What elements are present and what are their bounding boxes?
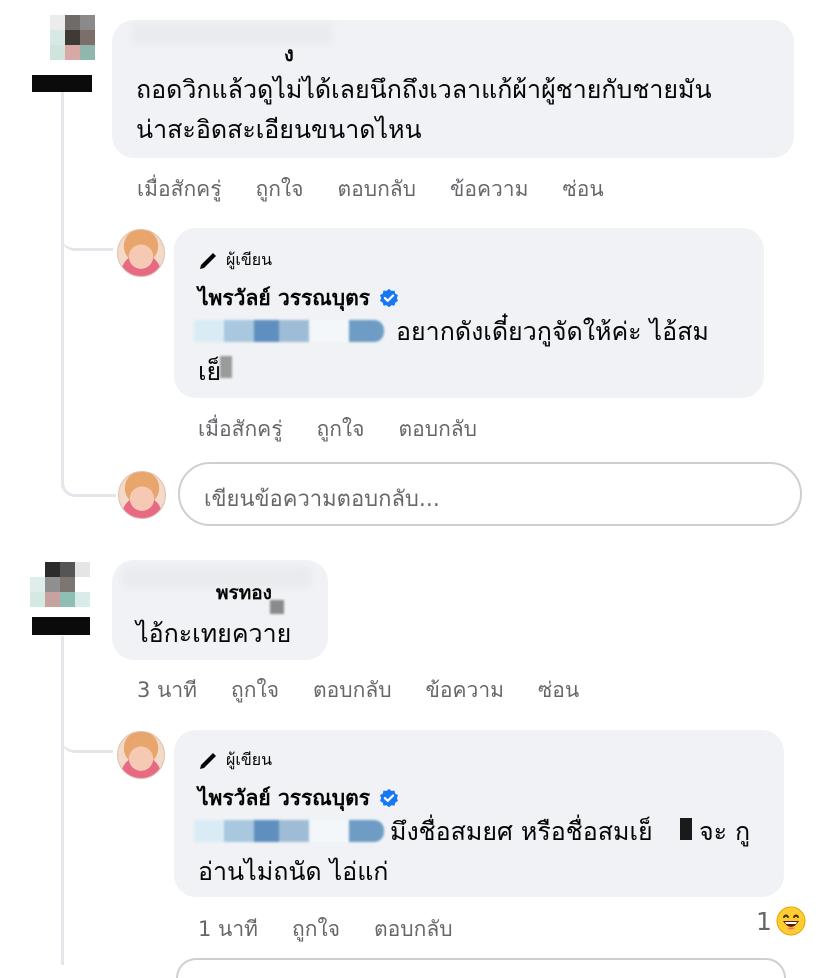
author-name-2[interactable]: ไพรวัลย์ วรรณบุตร xyxy=(198,782,400,815)
timestamp: 1 นาที xyxy=(198,917,259,941)
avatar-censor-bar-2 xyxy=(32,617,90,635)
reaction-summary[interactable]: 1 xyxy=(756,906,806,936)
censor-block-1 xyxy=(220,356,232,378)
reply-button[interactable]: ตอบกลับ xyxy=(399,413,478,446)
like-button[interactable]: ถูกใจ xyxy=(256,173,304,206)
author-badge-1: ผู้เขียน xyxy=(198,248,272,273)
verified-badge-icon xyxy=(380,288,399,307)
pen-icon xyxy=(200,752,216,769)
hide-button[interactable]: ซ่อน xyxy=(538,674,579,707)
comment-author-fragment-2[interactable]: พรทอง xyxy=(216,578,272,608)
avatar-censor-bar-1 xyxy=(32,75,92,92)
comment-actions-2: 3 นาที ถูกใจ ตอบกลับ ข้อความ ซ่อน xyxy=(137,674,579,707)
author-badge-2: ผู้เขียน xyxy=(198,748,272,773)
author-name-text[interactable]: ไพรวัลย์ วรรณบุตร xyxy=(198,282,370,315)
blurred-author-name-1 xyxy=(132,22,332,44)
comment-actions-1: เมื่อสักครู่ ถูกใจ ตอบกลับ ข้อความ ซ่อน xyxy=(137,173,604,206)
author-badge-label: ผู้เขียน xyxy=(226,250,273,269)
reply-text-2-line1-tail: จะ กู xyxy=(699,817,751,846)
mention-mask-2 xyxy=(194,820,384,842)
reply-button[interactable]: ตอบกลับ xyxy=(374,913,453,946)
commenter-avatar-1[interactable] xyxy=(50,15,110,75)
reply-bubble-1: ผู้เขียน ไพรวัลย์ วรรณบุตร อยากดังเดี๋ยว… xyxy=(174,228,764,398)
reply-input-field[interactable]: เขียนข้อความตอบกลับ... xyxy=(178,462,802,526)
reply-bubble-2: ผู้เขียน ไพรวัลย์ วรรณบุตร มึงชื่อสมยศ ห… xyxy=(174,730,784,897)
reply-actions-2: 1 นาที ถูกใจ ตอบกลับ xyxy=(198,913,453,946)
laughing-emoji-icon xyxy=(776,906,806,936)
censor-block-2 xyxy=(270,600,284,614)
thread-line-2 xyxy=(61,636,64,965)
comment-text-1-line2: น่าสะอิดสะเอียนขนาดไหน xyxy=(136,115,422,144)
reply-button[interactable]: ตอบกลับ xyxy=(313,674,392,707)
thread-curve-2a xyxy=(61,712,113,753)
comment-text-2: ไอ้กะเทยควาย xyxy=(136,619,292,648)
reply-text-2-line1: มึงชื่อสมยศ หรือชื่อสมเย็ xyxy=(390,817,653,846)
thread-curve-1b xyxy=(61,452,116,497)
like-button[interactable]: ถูกใจ xyxy=(231,674,279,707)
comment-text-1-line1: ถอดวิกแล้วดูไม่ได้เลยนึกถึงเวลาแก้ผ้าผู้… xyxy=(136,75,712,104)
mention-mask-1 xyxy=(194,320,384,342)
hide-button[interactable]: ซ่อน xyxy=(562,173,603,206)
reply-text-2-line2: อ่านไม่ถนัด ไอ่แก่ xyxy=(198,857,389,886)
comment-author-fragment-1[interactable]: ง xyxy=(284,38,294,70)
author-avatar-1[interactable] xyxy=(117,229,165,277)
author-name-1[interactable]: ไพรวัลย์ วรรณบุตร xyxy=(198,282,400,315)
reply-button[interactable]: ตอบกลับ xyxy=(338,173,417,206)
author-avatar-2[interactable] xyxy=(117,731,165,779)
author-name-text[interactable]: ไพรวัลย์ วรรณบุตร xyxy=(198,782,370,815)
censor-block-3 xyxy=(680,818,692,840)
comment-bubble-2: พรทอง ไอ้กะเทยควาย xyxy=(112,560,328,660)
reply-input-placeholder: เขียนข้อความตอบกลับ... xyxy=(204,487,440,512)
reply-text-1-line1: อยากดังเดี๋ยวกูจัดให้ค่ะ ไอ้สม xyxy=(396,317,709,346)
author-badge-label: ผู้เขียน xyxy=(226,750,273,769)
verified-badge-icon xyxy=(380,788,399,807)
next-comment-edge xyxy=(176,958,786,978)
reply-text-1-line2: เย็ xyxy=(198,357,222,386)
like-button[interactable]: ถูกใจ xyxy=(317,413,365,446)
thread-line-1 xyxy=(61,92,64,487)
comment-bubble-1: ง ถอดวิกแล้วดูไม่ได้เลยนึกถึงเวลาแก้ผ้าผ… xyxy=(112,20,794,158)
thread-curve-1a xyxy=(61,210,113,251)
timestamp: 3 นาที xyxy=(137,678,198,702)
pen-icon xyxy=(200,252,216,269)
timestamp: เมื่อสักครู่ xyxy=(137,177,222,201)
commenter-avatar-2[interactable] xyxy=(30,562,90,622)
message-button[interactable]: ข้อความ xyxy=(450,173,528,206)
message-button[interactable]: ข้อความ xyxy=(426,674,504,707)
current-user-avatar[interactable] xyxy=(118,471,166,519)
timestamp: เมื่อสักครู่ xyxy=(198,417,283,441)
like-button[interactable]: ถูกใจ xyxy=(292,913,340,946)
reaction-count: 1 xyxy=(756,906,772,936)
reply-actions-1: เมื่อสักครู่ ถูกใจ ตอบกลับ xyxy=(198,413,477,446)
